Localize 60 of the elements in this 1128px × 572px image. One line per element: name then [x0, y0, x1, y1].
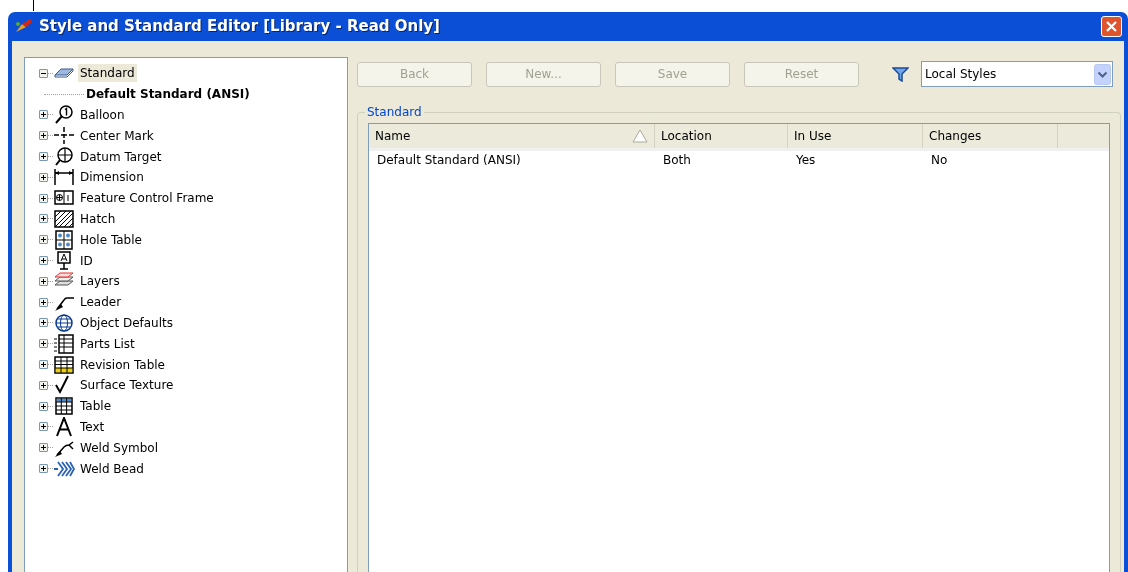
- expand-toggle[interactable]: [39, 464, 48, 474]
- tree-item[interactable]: Feature Control Frame: [78, 189, 216, 208]
- tree-item[interactable]: Center Mark: [78, 126, 156, 145]
- hole-table-icon: [53, 229, 75, 250]
- datum-target-icon: [53, 146, 75, 167]
- tree-item[interactable]: Surface Texture: [78, 376, 176, 395]
- close-icon: [1106, 21, 1117, 32]
- collapse-toggle[interactable]: [39, 68, 48, 78]
- expand-toggle[interactable]: [39, 297, 48, 307]
- expand-toggle[interactable]: [39, 110, 48, 120]
- expand-toggle[interactable]: [39, 339, 48, 349]
- tree-item[interactable]: Weld Symbol: [78, 438, 160, 457]
- globe-icon: [53, 312, 75, 333]
- table-cell-text: Default Standard (ANSI): [376, 152, 522, 169]
- table-cell-text: Both: [662, 152, 692, 169]
- center-mark-icon: [53, 125, 75, 146]
- tree-item[interactable]: Weld Bead: [78, 459, 146, 478]
- table-icon: [53, 396, 75, 417]
- expand-toggle[interactable]: [39, 360, 48, 370]
- filter-icon[interactable]: [892, 66, 909, 82]
- tree-item[interactable]: Hatch: [78, 209, 118, 228]
- expand-toggle[interactable]: [39, 443, 48, 453]
- dimension-icon: [53, 167, 75, 188]
- tree-item[interactable]: Table: [78, 397, 114, 416]
- close-button[interactable]: [1101, 16, 1122, 37]
- letter-a-icon: [53, 416, 75, 437]
- expand-toggle[interactable]: [39, 172, 48, 182]
- tree-item[interactable]: Hole Table: [78, 230, 144, 249]
- tree-item[interactable]: ID: [78, 251, 95, 270]
- tree-item[interactable]: Default Standard (ANSI): [86, 85, 250, 104]
- table-cell-text: No: [930, 152, 949, 169]
- expand-toggle[interactable]: [39, 380, 48, 390]
- filter-dropdown[interactable]: Local Styles: [921, 61, 1113, 87]
- expand-toggle[interactable]: [39, 422, 48, 432]
- parts-list-icon: [53, 333, 75, 354]
- tree-item[interactable]: Leader: [78, 293, 124, 312]
- tree-item[interactable]: Datum Target: [78, 147, 164, 166]
- expand-toggle[interactable]: [39, 152, 48, 162]
- tree-item[interactable]: Layers: [78, 272, 122, 291]
- hatch-icon: [53, 208, 75, 229]
- expand-toggle[interactable]: [39, 214, 48, 224]
- expand-toggle[interactable]: [39, 235, 48, 245]
- window-title: Style and Standard Editor [Library - Read Only]: [39, 16, 440, 38]
- expand-toggle[interactable]: [39, 131, 48, 141]
- dropdown-caret-icon: [1094, 63, 1111, 85]
- expand-toggle[interactable]: [39, 256, 48, 266]
- tree-item[interactable]: Text: [78, 417, 107, 436]
- table-cell-text: Yes: [795, 152, 817, 169]
- tree-item[interactable]: Balloon: [78, 106, 127, 124]
- tree-item[interactable]: Dimension: [78, 168, 146, 187]
- expand-toggle[interactable]: [39, 193, 48, 203]
- balloon-icon: [53, 105, 75, 125]
- tree-item[interactable]: Object Defaults: [78, 313, 175, 332]
- tree-item[interactable]: Revision Table: [78, 355, 167, 374]
- revision-table-icon: [53, 354, 75, 375]
- expand-toggle[interactable]: [39, 401, 48, 411]
- expand-toggle[interactable]: [39, 318, 48, 328]
- tree-item[interactable]: Standard: [78, 64, 137, 83]
- expand-toggle[interactable]: [39, 276, 48, 286]
- tree-item[interactable]: Parts List: [78, 334, 137, 353]
